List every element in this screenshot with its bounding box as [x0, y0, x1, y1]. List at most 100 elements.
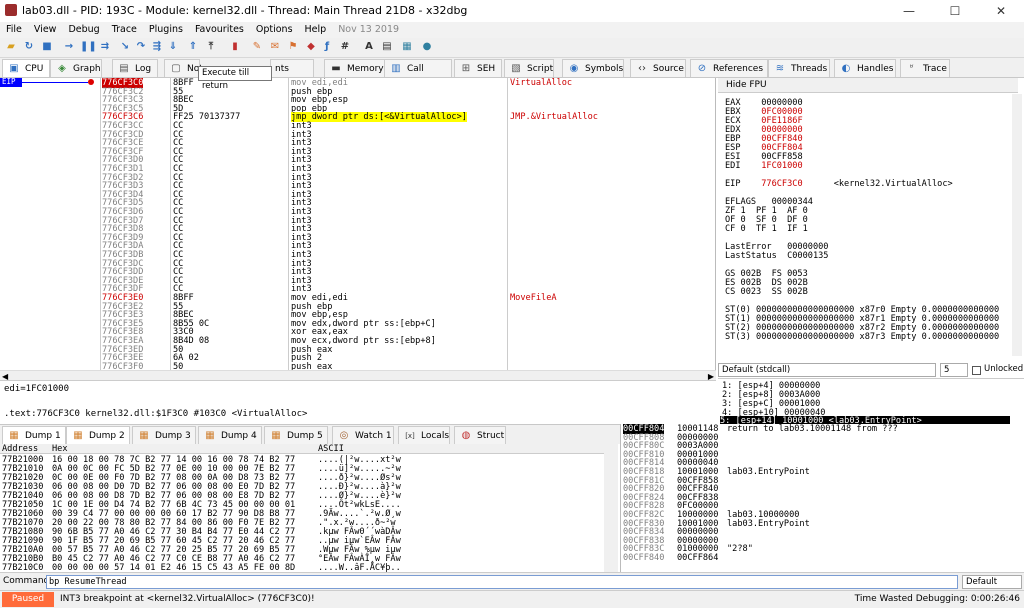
- disasm-row[interactable]: 776CF3D1 CC int3: [0, 164, 710, 174]
- execute-till-return-icon[interactable]: ⇑: [186, 40, 200, 54]
- disasm-row[interactable]: 776CF3DB CC int3: [0, 250, 710, 260]
- trace-into-icon[interactable]: ⇶: [150, 40, 164, 54]
- font-icon[interactable]: A: [362, 40, 376, 54]
- disasm-row[interactable]: 776CF3D7 CC int3: [0, 216, 710, 226]
- disasm-row[interactable]: 776CF3D0 CC int3: [0, 155, 710, 165]
- disasm-row[interactable]: 776CF3D8 CC int3: [0, 224, 710, 234]
- stack-row[interactable]: 00CFF838 00000000: [621, 536, 1021, 546]
- disasm-row[interactable]: 776CF3E8 33C0 xor eax,eax: [0, 327, 710, 337]
- stack-row[interactable]: 00CFF82C 10000000 lab03.10000000: [621, 510, 1021, 520]
- menu-plugins[interactable]: Plugins: [143, 22, 189, 38]
- tab-references[interactable]: ⊘ References: [690, 59, 768, 77]
- disasm-row[interactable]: 776CF3E5 8B55 0C mov edx,dword ptr ss:[ebp…: [0, 319, 710, 329]
- command-input[interactable]: [46, 575, 958, 589]
- dump-row[interactable]: 77B21080 90 6B B5 77 A0 46 C2 77 30 B4 B4…: [0, 527, 610, 537]
- minimize-button[interactable]: —: [886, 0, 932, 22]
- disasm-row[interactable]: 776CF3D3 CC int3: [0, 181, 710, 191]
- stack-row[interactable]: 00CFF80C 0003A000: [621, 441, 1021, 451]
- dump-row[interactable]: 77B21060 00 39 C4 77 00 00 00 00 60 17 B2…: [0, 509, 610, 519]
- disasm-row[interactable]: 776CF3C3 8BEC mov ebp,esp: [0, 95, 710, 105]
- tab-handles[interactable]: ◐ Handles: [834, 59, 896, 77]
- maximize-button[interactable]: ☐: [932, 0, 978, 22]
- disasm-row[interactable]: 776CF3E0 8BFF mov edi,edi MoveFileA: [0, 293, 710, 303]
- tab-log[interactable]: ▤ Log: [112, 59, 158, 77]
- disasm-row[interactable]: 776CF3DC CC int3: [0, 259, 710, 269]
- fpu-row[interactable]: ST(3) 0000000000000000000 x87r3 Empty 0.…: [725, 332, 999, 342]
- segment-row[interactable]: CS 0023 SS 002B: [725, 287, 808, 297]
- disasm-row[interactable]: 776CF3D5 CC int3: [0, 198, 710, 208]
- dump-scrollbar[interactable]: [604, 452, 618, 572]
- command-mode-select[interactable]: Default: [962, 575, 1022, 589]
- calculator-icon[interactable]: ▤: [380, 40, 394, 54]
- tab-symbols[interactable]: ◉ Symbols: [562, 59, 624, 77]
- open-icon[interactable]: ▰: [4, 40, 18, 54]
- disasm-row[interactable]: 776CF3F0 50 push eax: [0, 362, 710, 370]
- run-icon[interactable]: →: [62, 40, 76, 54]
- tab-call-stack[interactable]: ▥Call Stack: [384, 59, 452, 92]
- disasm-row[interactable]: 776CF3CF CC int3: [0, 147, 710, 157]
- dump-row[interactable]: 77B21070 20 00 22 00 78 80 B2 77 84 00 86…: [0, 518, 610, 528]
- tab-seh[interactable]: ⊞ SEH: [454, 59, 502, 77]
- dump-row[interactable]: 77B210B0 B0 45 C2 77 A0 46 C2 77 C0 CE B8…: [0, 554, 610, 564]
- disasm-row[interactable]: 776CF3D2 CC int3: [0, 173, 710, 183]
- dump-row[interactable]: 77B210C0 00 00 00 00 57 14 01 E2 46 15 C5…: [0, 563, 610, 572]
- label-icon[interactable]: ⚑: [286, 40, 300, 54]
- run-to-user-icon[interactable]: ⤒: [204, 40, 218, 54]
- flags-row[interactable]: CF 0 TF 1 IF 1: [725, 224, 808, 234]
- bookmark-icon[interactable]: ◆: [304, 40, 318, 54]
- disasm-row[interactable]: 776CF3D6 CC int3: [0, 207, 710, 217]
- function-icon[interactable]: ƒ: [320, 40, 334, 54]
- disasm-row[interactable]: 776CF3E2 55 push ebp: [0, 302, 710, 312]
- tab-dump-4[interactable]: ▦ Dump 4: [198, 426, 262, 444]
- disasm-row[interactable]: 776CF3CC CC int3: [0, 121, 710, 131]
- disasm-row[interactable]: 776CF3C5 5D pop ebp: [0, 104, 710, 114]
- tab-locals[interactable]: [x] Locals: [398, 426, 450, 444]
- dump-row[interactable]: 77B210A0 00 57 B5 77 A0 46 C2 77 20 25 B5…: [0, 545, 610, 555]
- run-to-user-code-icon[interactable]: ⇉: [98, 40, 112, 54]
- dump-row[interactable]: 77B21030 06 00 08 00 D0 7D B2 77 06 00 08…: [0, 482, 610, 492]
- stack-row[interactable]: 00CFF824 00CFF838: [621, 493, 1021, 503]
- register-row[interactable]: EDI 1FC01000: [725, 161, 803, 171]
- menu-file[interactable]: File: [0, 22, 28, 38]
- step-over-icon[interactable]: ↷: [134, 40, 148, 54]
- tab-script[interactable]: ▧ Script: [504, 59, 554, 77]
- dump-row[interactable]: 77B21050 1C 00 1E 00 D4 74 B2 77 6B 4C 73…: [0, 500, 610, 510]
- column-address[interactable]: Address: [2, 444, 38, 454]
- arg-count-spinbox[interactable]: 5: [940, 363, 968, 377]
- hide-fpu-button[interactable]: Hide FPU: [718, 78, 1018, 93]
- menu-favourites[interactable]: Favourites: [189, 22, 250, 38]
- disasm-row[interactable]: 776CF3C6 FF25 70137377 jmp dword ptr ds:[<…: [0, 112, 710, 123]
- disasm-row[interactable]: 776CF3D4 CC int3: [0, 190, 710, 200]
- tab-dump-5[interactable]: ▦ Dump 5: [264, 426, 328, 444]
- close-button[interactable]: ✕: [978, 0, 1024, 22]
- tab-breakpoints[interactable]: nts: [270, 59, 314, 77]
- menu-trace[interactable]: Trace: [106, 22, 143, 38]
- registers-panel[interactable]: Hide FPU EAX 00000000 EBX 0FC00000 ECX 0FE…: [718, 78, 1024, 358]
- tab-cpu[interactable]: ▣ CPU: [2, 59, 50, 77]
- about-icon[interactable]: ●: [420, 40, 434, 54]
- calling-convention-select[interactable]: Default (stdcall): [718, 363, 936, 377]
- hash-icon[interactable]: #: [338, 40, 352, 54]
- disasm-row[interactable]: 776CF3DD CC int3: [0, 267, 710, 277]
- stack-row[interactable]: 00CFF834 00000000: [621, 527, 1021, 537]
- step-into-icon[interactable]: ↘: [118, 40, 132, 54]
- stack-row[interactable]: 00CFF81C 00CFF858: [621, 476, 1021, 486]
- disasm-row[interactable]: 776CF3C2 55 push ebp: [0, 87, 710, 97]
- disasm-row[interactable]: 776CF3E3 8BEC mov ebp,esp: [0, 310, 710, 320]
- register-value[interactable]: 1FC01000: [761, 161, 802, 171]
- patch-icon[interactable]: ✎: [250, 40, 264, 54]
- disasm-row[interactable]: 776CF3EE 6A 02 push 2: [0, 353, 710, 363]
- dump-row[interactable]: 77B21040 06 00 08 00 D8 7D B2 77 06 00 08…: [0, 491, 610, 501]
- dump-row[interactable]: 77B21000 16 00 18 00 78 7C B2 77 14 00 16…: [0, 455, 610, 465]
- disasm-row[interactable]: 776CF3ED 50 push eax: [0, 345, 710, 355]
- hex-dump-view[interactable]: Address Hex ASCII 77B21000 16 00 18 00 78…: [0, 444, 618, 572]
- settings-icon[interactable]: ▦: [400, 40, 414, 54]
- stack-row[interactable]: 00CFF808 00000000: [621, 433, 1021, 443]
- stack-row[interactable]: 00CFF804 10001148 return to lab03.10001148…: [621, 424, 1021, 434]
- disasm-row[interactable]: 776CF3DA CC int3: [0, 241, 710, 251]
- disassembly-hscroll[interactable]: ◀ ▶: [0, 370, 716, 381]
- dump-row[interactable]: 77B21090 90 1F B5 77 20 69 B5 77 60 45 C2…: [0, 536, 610, 546]
- stack-row[interactable]: 00CFF810 00001000: [621, 450, 1021, 460]
- pause-icon[interactable]: ❚❚: [80, 40, 97, 54]
- menu-help[interactable]: Help: [299, 22, 333, 38]
